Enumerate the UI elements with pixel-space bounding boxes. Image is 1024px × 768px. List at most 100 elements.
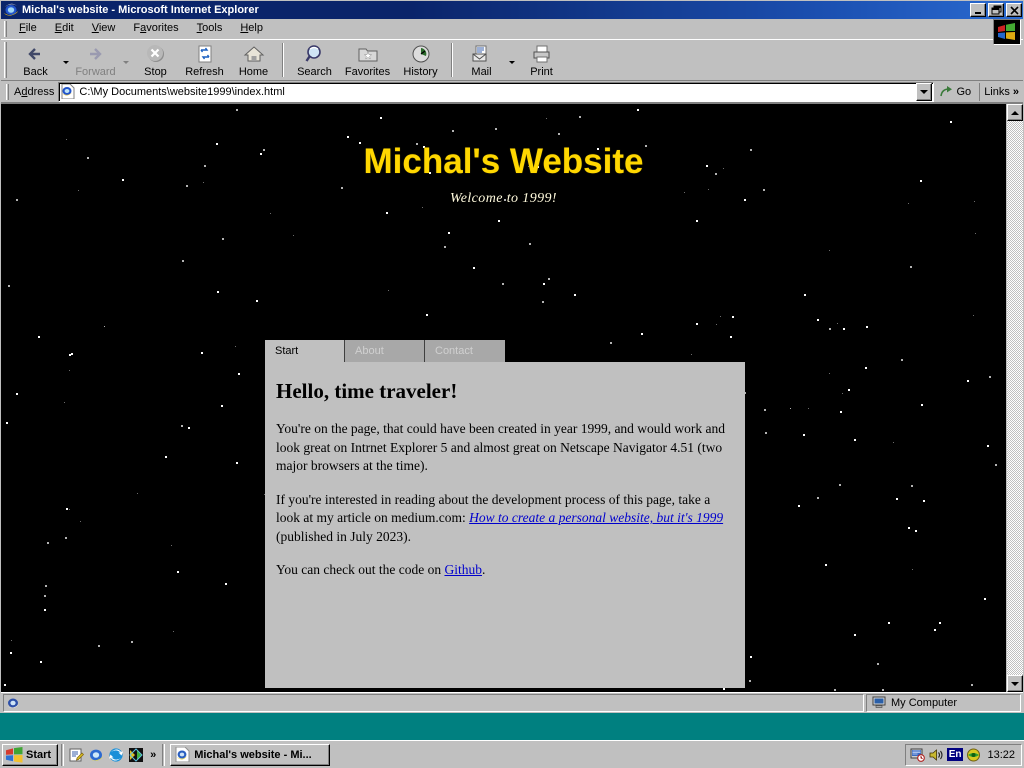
menubar-grip[interactable] [4,20,7,37]
history-button[interactable]: History [394,40,447,80]
taskbar-ie-icon [175,747,190,762]
tab-about-label: About [355,345,384,357]
toolbar-separator-2 [451,43,453,77]
scroll-down-button[interactable] [1007,675,1023,692]
refresh-button[interactable]: Refresh [180,40,229,80]
menu-item-help[interactable]: Help [231,20,272,37]
go-arrow-icon [939,85,955,98]
home-label: Home [238,66,269,78]
tray-network-icon[interactable] [966,748,981,762]
taskbar-divider-1 [61,743,65,766]
launch-internet-explorer-icon[interactable] [87,746,105,764]
menu-bar: File Edit View Favorites Tools Help [1,19,1023,45]
menu-item-view[interactable]: View [83,20,125,37]
toolbar-grip[interactable] [4,42,7,78]
tab-start[interactable]: Start [265,340,345,362]
status-zone-label: My Computer [891,696,958,709]
print-icon [531,43,553,65]
scroll-up-button[interactable] [1007,104,1023,121]
back-dropdown[interactable] [60,40,71,80]
tab-bar: Start About Contact [265,340,745,362]
forward-dropdown[interactable] [120,40,131,80]
address-bar: Address C:\My Documents\website1999\inde… [1,81,1023,103]
tab-about[interactable]: About [345,340,425,362]
quick-launch-more-icon[interactable]: » [147,749,159,761]
menu-item-edit[interactable]: Edit [46,20,83,37]
mail-button[interactable]: Mail [457,40,506,80]
mail-dropdown[interactable] [506,40,517,80]
tray-scheduler-icon[interactable] [910,747,926,762]
print-button[interactable]: Print [517,40,566,80]
content-paragraph-1: You're on the page, that could have been… [276,421,726,473]
favorites-button[interactable]: Favorites [341,40,394,80]
close-button[interactable] [1006,3,1022,17]
toolbar: Back Forward Stop Refresh Home Search Fa… [1,39,1023,81]
paragraph-2-text-after: (published in July 2023). [276,528,411,544]
forward-label: Forward [75,66,116,78]
home-button[interactable]: Home [229,40,278,80]
vertical-scrollbar[interactable] [1006,104,1023,692]
web-page: Michal's Website Welcome to 1999! Start … [1,104,1006,692]
status-message-area [3,693,864,712]
start-label: Start [26,748,52,761]
start-button[interactable]: Start [2,743,59,766]
links-chevron-icon: » [1012,85,1019,98]
launch-outlook-icon[interactable] [107,746,125,764]
favorites-label: Favorites [344,66,391,78]
page-title: Michal's Website [363,142,644,181]
content-paragraph-2: If you're interested in reading about th… [276,491,727,547]
tab-contact[interactable]: Contact [425,340,505,362]
addressbar-grip[interactable] [6,83,9,100]
history-clock-icon [410,43,432,65]
browser-window: Michal's website - Microsoft Internet Ex… [0,0,1024,713]
go-label: Go [956,85,972,98]
home-icon [243,43,265,65]
go-button[interactable]: Go [934,85,980,98]
scrollbar-track[interactable] [1007,121,1023,675]
paragraph-3-text-before: You can check out the code on [276,562,445,577]
page-subtitle: Welcome to 1999! [450,191,557,206]
back-arrow-icon [24,43,48,65]
stop-button[interactable]: Stop [131,40,180,80]
tray-language-indicator[interactable]: En [946,748,964,761]
forward-button[interactable]: Forward [71,40,120,80]
restore-button[interactable] [988,3,1004,17]
tray-volume-icon[interactable] [929,748,944,762]
content-heading: Hello, time traveler! [276,379,458,403]
show-desktop-icon[interactable] [67,746,85,764]
menu-item-favorites[interactable]: Favorites [124,20,187,37]
search-button[interactable]: Search [288,40,341,80]
links-button[interactable]: Links » [979,82,1023,101]
address-value: C:\My Documents\website1999\index.html [79,85,285,98]
menu-item-file[interactable]: File [10,20,46,37]
refresh-icon [194,43,216,65]
toolbar-separator-1 [282,43,284,77]
system-tray: En 13:22 [904,743,1022,766]
status-zone[interactable]: My Computer [866,693,1021,712]
stop-label: Stop [144,66,167,78]
address-page-icon [61,84,75,99]
status-ie-icon [6,696,20,710]
back-label: Back [23,66,48,78]
address-dropdown-button[interactable] [915,82,932,101]
status-bar: My Computer [1,692,1023,712]
my-computer-icon [872,696,886,709]
search-icon [304,43,326,65]
mail-label: Mail [471,66,492,78]
medium-article-link[interactable]: How to create a personal website, but it… [469,510,723,525]
site-content: Michal's Website Welcome to 1999! Start … [1,104,1006,692]
stop-icon [145,43,167,65]
content-paragraph-3: You can check out the code on Github. [276,561,727,580]
tab-contact-label: Contact [435,345,473,357]
minimize-button[interactable] [970,3,986,17]
title-bar: Michal's website - Microsoft Internet Ex… [1,1,1023,19]
taskbar-window-button[interactable]: Michal's website - Mi... [170,743,331,766]
github-link[interactable]: Github [444,562,482,577]
menu-item-tools[interactable]: Tools [188,20,232,37]
window-controls [970,3,1022,17]
address-input[interactable]: C:\My Documents\website1999\index.html [58,81,934,102]
mail-icon [470,43,494,65]
tray-clock[interactable]: 13:22 [984,749,1017,761]
launch-media-icon[interactable] [127,746,145,764]
back-button[interactable]: Back [11,40,60,80]
